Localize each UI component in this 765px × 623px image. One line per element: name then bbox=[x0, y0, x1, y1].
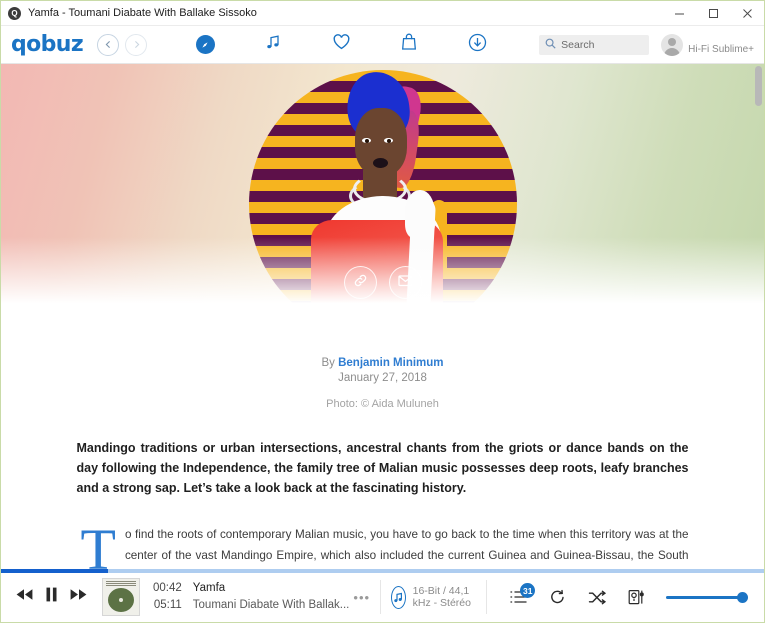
by-prefix: By bbox=[321, 357, 335, 369]
track-title: Yamfa bbox=[192, 582, 226, 594]
account-menu[interactable]: Hi-Fi Sublime+ bbox=[661, 33, 754, 56]
window-title: Yamfa - Toumani Diabate With Ballake Sis… bbox=[28, 7, 257, 19]
next-track-button[interactable] bbox=[69, 588, 88, 606]
queue-count-badge: 31 bbox=[520, 583, 536, 598]
search-input[interactable]: Search bbox=[539, 34, 650, 55]
transport-controls bbox=[1, 587, 102, 607]
search-placeholder: Search bbox=[561, 38, 595, 51]
primary-nav bbox=[171, 26, 511, 64]
pause-button[interactable] bbox=[45, 587, 58, 607]
nav-item-downloads[interactable] bbox=[443, 26, 511, 64]
player-divider-left bbox=[380, 580, 381, 614]
envelope-icon bbox=[397, 274, 413, 292]
nav-item-my-music[interactable] bbox=[239, 26, 307, 64]
window-controls bbox=[662, 1, 764, 26]
vertical-scrollbar[interactable] bbox=[755, 64, 763, 571]
elapsed-time: 00:42 bbox=[153, 582, 182, 594]
volume-slider[interactable] bbox=[666, 591, 748, 603]
volume-knob[interactable] bbox=[737, 591, 748, 603]
previous-track-button[interactable] bbox=[15, 588, 34, 606]
forward-button[interactable] bbox=[125, 33, 148, 56]
author-link[interactable]: Benjamin Minimum bbox=[338, 357, 443, 369]
download-circle-icon bbox=[468, 33, 487, 57]
playback-times: 00:42 05:11 bbox=[153, 580, 182, 614]
album-art-thumbnail[interactable] bbox=[102, 578, 140, 616]
back-button[interactable] bbox=[97, 33, 120, 56]
author-line: By Benjamin Minimum bbox=[1, 357, 764, 369]
nav-item-discover[interactable] bbox=[171, 26, 239, 64]
article-lede: Mandingo traditions or urban intersectio… bbox=[76, 441, 689, 495]
share-link-button[interactable] bbox=[343, 266, 377, 299]
track-more-button[interactable]: ••• bbox=[353, 590, 370, 605]
drop-cap: T bbox=[80, 517, 116, 572]
minimize-button[interactable] bbox=[662, 1, 696, 26]
queue-button[interactable]: 31 bbox=[510, 583, 536, 604]
player-actions: 31 bbox=[510, 583, 644, 605]
link-icon bbox=[353, 273, 368, 293]
navigation-bar: qobuz Search Hi-Fi Sublime+ bbox=[1, 26, 764, 64]
nav-item-favorites[interactable] bbox=[307, 26, 375, 64]
player-divider-right bbox=[486, 580, 487, 614]
hires-quality-icon bbox=[390, 585, 406, 609]
playback-progress-bar[interactable] bbox=[1, 569, 764, 573]
page-title: The great history of Malian music bbox=[1, 304, 764, 309]
publish-date: January 27, 2018 bbox=[338, 372, 427, 384]
total-duration: 05:11 bbox=[153, 599, 182, 611]
heart-icon bbox=[332, 33, 351, 56]
now-playing-info: Yamfa Toumani Diabate With Ballak... bbox=[193, 580, 350, 614]
account-label: Hi-Fi Sublime+ bbox=[688, 43, 754, 55]
title-bar: Q Yamfa - Toumani Diabate With Ballake S… bbox=[1, 1, 764, 26]
nav-item-store[interactable] bbox=[375, 26, 443, 64]
shopping-bag-icon bbox=[401, 33, 417, 56]
byline: By Benjamin Minimum January 27, 2018 Pho… bbox=[1, 357, 764, 410]
share-buttons bbox=[343, 266, 422, 299]
audio-quality: 16-Bit / 44,1 kHz - Stéréo bbox=[390, 585, 477, 609]
close-button[interactable] bbox=[730, 1, 764, 26]
equalizer-button[interactable] bbox=[628, 589, 644, 605]
qobuz-logo[interactable]: qobuz bbox=[11, 32, 84, 57]
article-body-text: o find the roots of contemporary Malian … bbox=[124, 528, 689, 571]
qobuz-app-window: Q Yamfa - Toumani Diabate With Ballake S… bbox=[0, 0, 765, 623]
playback-progress-fill bbox=[1, 569, 108, 573]
music-note-icon bbox=[265, 34, 282, 56]
hero-image: The great history of Malian music bbox=[1, 64, 764, 309]
maximize-button[interactable] bbox=[696, 1, 730, 26]
volume-track bbox=[666, 595, 740, 599]
compass-icon bbox=[195, 35, 215, 54]
repeat-button[interactable] bbox=[548, 589, 567, 605]
photo-credit: Photo: © Aida Muluneh bbox=[326, 398, 439, 410]
article-content: The great history of Malian music By Ben… bbox=[1, 64, 764, 571]
player-bar: 00:42 05:11 Yamfa Toumani Diabate With B… bbox=[1, 569, 764, 622]
scrollbar-thumb[interactable] bbox=[755, 66, 762, 106]
search-icon bbox=[545, 36, 556, 54]
share-email-button[interactable] bbox=[388, 266, 422, 299]
quality-label: 16-Bit / 44,1 kHz - Stéréo bbox=[412, 585, 471, 609]
article-body: To find the roots of contemporary Malian… bbox=[77, 517, 689, 572]
app-icon: Q bbox=[8, 6, 21, 20]
avatar bbox=[661, 33, 684, 56]
shuffle-button[interactable] bbox=[588, 590, 607, 605]
track-artist: Toumani Diabate With Ballak... bbox=[192, 599, 350, 611]
